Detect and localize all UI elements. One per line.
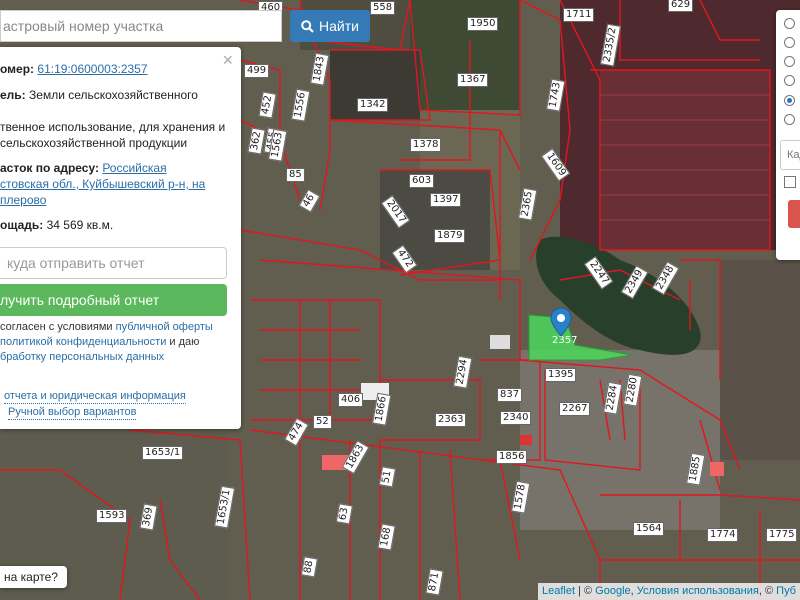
plot-label[interactable]: 85 <box>286 168 305 182</box>
copyright-icon: © <box>764 585 774 597</box>
search-button-label: Найти <box>319 18 359 34</box>
plot-label[interactable]: 1564 <box>633 522 665 536</box>
plot-label[interactable]: 1342 <box>357 98 389 112</box>
map-attribution: Leaflet | © Google, Условия использовани… <box>537 583 800 600</box>
cadastral-number-link[interactable]: 61:19:0600003:2357 <box>37 62 147 76</box>
plot-label[interactable]: 1879 <box>434 229 466 243</box>
plot-label[interactable]: 2267 <box>559 402 591 416</box>
address-row: асток по адресу: Российская <box>0 160 232 176</box>
plot-label[interactable]: 558 <box>370 1 396 15</box>
cadastral-number-row: омер: 61:19:0600003:2357 <box>0 61 232 77</box>
plot-label[interactable]: 1856 <box>496 450 528 464</box>
plot-label[interactable]: 1653/1 <box>142 446 184 460</box>
plot-label[interactable]: 1774 <box>707 528 739 542</box>
manual-selection-link[interactable]: Ручной выбор вариантов <box>8 406 137 420</box>
google-logo-icon: © <box>583 585 593 597</box>
agree-line-2: политикой конфиденциальности и даю <box>0 336 200 348</box>
area-label: ощадь: <box>0 218 44 232</box>
plot-label[interactable]: 1395 <box>545 368 577 382</box>
plot-label[interactable]: 1711 <box>563 8 595 22</box>
privacy-policy-link[interactable]: политикой конфиденциальности <box>0 336 166 348</box>
location-pin-icon[interactable] <box>550 307 572 337</box>
google-link[interactable]: Google <box>595 585 630 597</box>
layer-radio-4[interactable] <box>784 75 795 86</box>
usage-line-1: твенное использование, для хранения и <box>0 120 226 134</box>
report-email-input[interactable] <box>0 247 227 279</box>
plot-label[interactable]: 1397 <box>430 193 462 207</box>
search-button[interactable]: Найти <box>290 10 370 42</box>
purpose-value: Земли сельскохозяйственного <box>29 88 198 102</box>
plot-info-panel: × омер: 61:19:0600003:2357 ель: Земли се… <box>0 47 241 429</box>
leaflet-link[interactable]: Leaflet <box>542 585 575 597</box>
plot-label[interactable]: 1775 <box>766 528 798 542</box>
terms-link[interactable]: Условия использования <box>637 585 759 597</box>
search-bar: Найти <box>0 10 370 42</box>
plot-label[interactable]: 499 <box>244 64 270 78</box>
address-link-2[interactable]: стовская обл., Куйбышевский р-н, на <box>0 177 205 191</box>
cadastral-layer-input[interactable] <box>780 140 800 170</box>
layer-control-panel <box>776 10 800 260</box>
usage-line-2: сельскохозяйственной продукции <box>0 136 188 150</box>
public-cadastral-link[interactable]: Пуб <box>776 585 796 597</box>
layer-radio-1[interactable] <box>784 18 795 29</box>
plot-label[interactable]: 1378 <box>410 138 442 152</box>
plot-label[interactable]: 52 <box>313 415 332 429</box>
plot-label[interactable]: 1950 <box>467 17 499 31</box>
address-link-3[interactable]: плерово <box>0 193 46 207</box>
where-on-map-box[interactable]: на карте? <box>0 566 67 588</box>
layer-radio-6[interactable] <box>784 114 795 125</box>
layer-apply-button[interactable] <box>788 200 800 228</box>
plot-label[interactable]: 2340 <box>500 411 532 425</box>
layer-radio-3[interactable] <box>784 56 795 67</box>
number-label: омер: <box>0 62 35 76</box>
layer-checkbox[interactable] <box>784 176 796 188</box>
agree-line-3: бработку персональных данных <box>0 350 232 365</box>
layer-radio-5[interactable] <box>784 95 795 106</box>
address-link-1[interactable]: Российская <box>102 161 166 175</box>
cadastral-search-input[interactable] <box>0 10 282 42</box>
plot-label[interactable]: 837 <box>497 388 523 402</box>
plot-label[interactable]: 629 <box>668 0 694 12</box>
plot-label[interactable]: 1593 <box>96 509 128 523</box>
agree-line-1: согласен с условиями публичной оферты <box>0 321 213 333</box>
purpose-row: ель: Земли сельскохозяйственного <box>0 87 232 103</box>
area-value: 34 569 кв.м. <box>46 218 114 232</box>
plot-label[interactable]: 1367 <box>457 73 489 87</box>
purpose-label: ель: <box>0 88 26 102</box>
public-offer-link[interactable]: публичной оферты <box>116 321 213 333</box>
plot-label[interactable]: 2363 <box>435 413 467 427</box>
area-row: ощадь: 34 569 кв.м. <box>0 217 232 233</box>
personal-data-link[interactable]: бработку персональных данных <box>0 351 164 363</box>
plot-label[interactable]: 603 <box>409 174 435 188</box>
legal-info-link[interactable]: отчета и юридическая информация <box>4 390 186 404</box>
plot-label[interactable]: 406 <box>338 393 364 407</box>
address-label: асток по адресу: <box>0 161 99 175</box>
search-icon <box>301 19 314 33</box>
get-report-button[interactable]: лучить подробный отчет <box>0 284 227 316</box>
layer-radio-2[interactable] <box>784 37 795 48</box>
